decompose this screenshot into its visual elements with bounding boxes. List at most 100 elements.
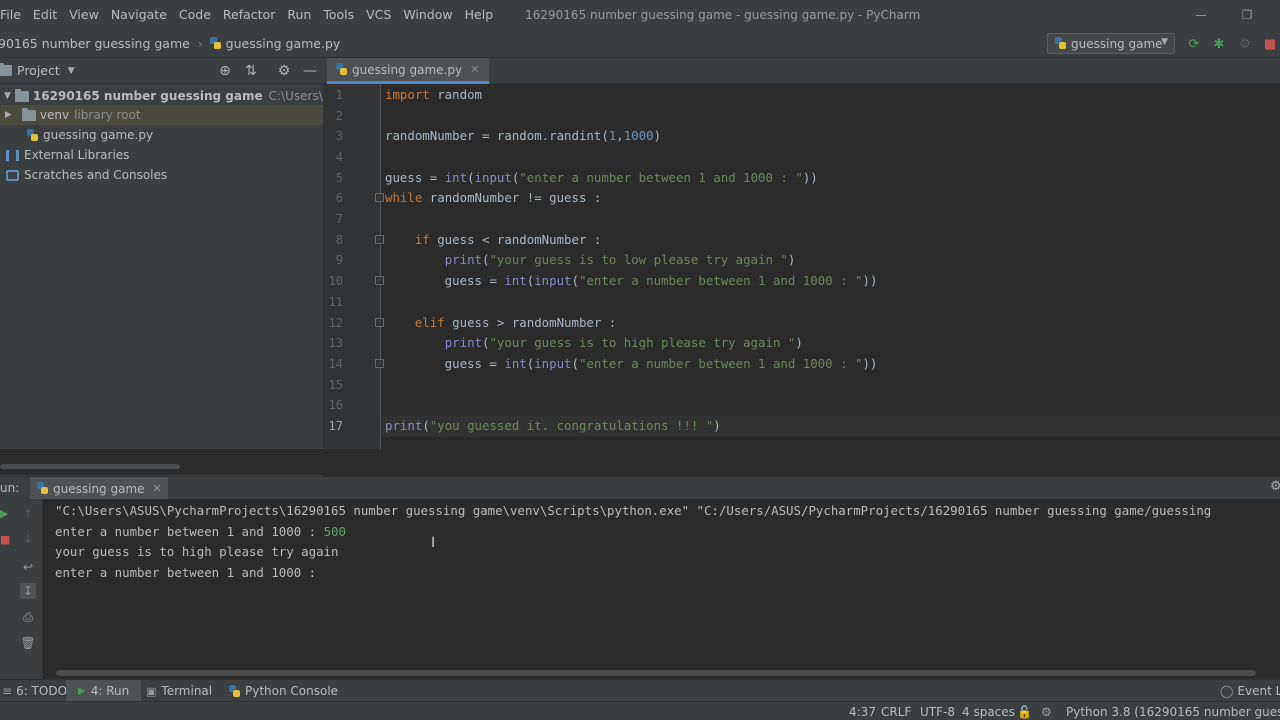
chevron-down-icon[interactable]: ▼ [68, 66, 75, 76]
code-editor[interactable]: 1 2 3 4 5 6 7 8 9 10 11 12 13 14 15 16 1… [323, 84, 1280, 449]
minimize-icon[interactable]: — [1178, 0, 1224, 30]
chevron-right-icon: ▶ [5, 110, 12, 120]
menu-tools[interactable]: Tools [317, 0, 360, 30]
console-output[interactable]: "C:\Users\ASUS\PycharmProjects\16290165 … [43, 499, 1280, 679]
tool-window-todo-label: 6: TODO [16, 684, 68, 698]
locate-icon[interactable]: ⊕ [216, 62, 234, 80]
project-panel-title[interactable]: Project [17, 63, 60, 78]
project-panel-header: Project ▼ ⊕ ⇅ ⚙ — [0, 58, 323, 84]
restore-icon[interactable]: ❐ [1224, 0, 1270, 30]
line-separator[interactable]: CRLF [881, 702, 911, 720]
tree-item-file[interactable]: guessing game.py [26, 125, 153, 145]
run-tab-guessing-game[interactable]: guessing game ✕ [30, 477, 168, 500]
run-config-select[interactable]: guessing game ▼ [1047, 33, 1175, 54]
line-number: 14 [328, 357, 343, 371]
line-number: 16 [328, 398, 343, 412]
line-number: 5 [335, 171, 343, 185]
tree-root-name: 16290165 number guessing game [32, 89, 263, 103]
collapse-all-icon[interactable]: ⇅ [242, 62, 260, 80]
caret-position[interactable]: 4:37 [849, 702, 876, 720]
editor-horizontal-scrollbar[interactable] [0, 449, 1280, 475]
code-line: print("you guessed it. congratulations !… [385, 418, 721, 433]
gear-icon[interactable]: ⚙ [1270, 479, 1280, 494]
run-icon[interactable]: ▶ [0, 507, 8, 520]
chevron-down-icon: ▼ [1161, 37, 1168, 47]
tab-label: guessing game.py [352, 62, 463, 77]
menu-code[interactable]: Code [173, 0, 217, 30]
fold-icon[interactable]: - [375, 359, 384, 368]
tool-window-bar: ≡ 6: TODO ▶ 4: Run ▣ Terminal Python Con… [0, 679, 1280, 702]
run-tab-label: guessing game [53, 481, 145, 496]
stop-icon[interactable]: ■ [0, 533, 10, 546]
run-toolbar: ↑ ↓ ↩ ↧ ⎙ 🗑 [13, 499, 43, 679]
code-line: print("your guess is to low please try a… [444, 252, 796, 267]
git-icon[interactable]: ⚙ [1041, 702, 1052, 720]
menu-help[interactable]: Help [459, 0, 500, 30]
scratches-icon [6, 169, 19, 181]
arrow-up-icon[interactable]: ↑ [20, 506, 36, 522]
menu-view[interactable]: View [63, 0, 105, 30]
stop-icon[interactable]: ■ [1262, 36, 1278, 52]
soft-wrap-icon[interactable]: ↩ [20, 559, 36, 575]
window-title: 16290165 number guessing game - guessing… [525, 8, 921, 22]
debug-icon[interactable]: ✱ [1211, 36, 1227, 52]
indent-setting[interactable]: 4 spaces [962, 702, 1015, 720]
tool-window-python-console[interactable]: Python Console [228, 680, 338, 702]
tree-item-scratches[interactable]: Scratches and Consoles [6, 165, 167, 185]
scrollbar-thumb[interactable] [0, 464, 180, 469]
folder-icon [14, 88, 29, 102]
list-icon: ≡ [2, 684, 13, 698]
tree-external-label: External Libraries [24, 148, 130, 162]
file-encoding[interactable]: UTF-8 [920, 702, 955, 720]
hide-icon[interactable]: — [301, 62, 319, 80]
run-icon: ▶ [78, 685, 86, 697]
speech-bubble-icon: ◯ [1220, 684, 1234, 698]
menu-window[interactable]: Window [397, 0, 458, 30]
breadcrumb-file[interactable]: guessing game.py [226, 36, 341, 51]
python-console-icon [228, 684, 241, 698]
fold-icon[interactable]: - [375, 276, 384, 285]
menu-refactor[interactable]: Refactor [217, 0, 281, 30]
tab-guessing-game[interactable]: guessing game.py ✕ [327, 58, 490, 84]
tree-item-venv[interactable]: ▶ venv library root [0, 105, 323, 125]
tool-window-terminal[interactable]: ▣ Terminal [146, 680, 212, 702]
menu-edit[interactable]: Edit [27, 0, 63, 30]
project-panel: Project ▼ ⊕ ⇅ ⚙ — ▼ 16290165 number gues… [0, 58, 388, 476]
menu-run[interactable]: Run [281, 0, 317, 30]
tool-window-run-label: 4: Run [90, 684, 130, 698]
tool-window-todo[interactable]: ≡ 6: TODO [2, 680, 67, 702]
print-icon[interactable]: ⎙ [20, 609, 36, 625]
code-line: randomNumber = random.randint(1,1000) [385, 128, 662, 143]
folder-icon [21, 107, 36, 121]
line-number: 6 [335, 191, 343, 205]
trash-icon[interactable]: 🗑 [20, 635, 36, 651]
tree-item-external-libraries[interactable]: External Libraries [6, 145, 129, 165]
scroll-to-end-icon[interactable]: ↧ [20, 583, 36, 599]
menu-file[interactable]: File [0, 0, 27, 30]
line-number: 4 [335, 150, 343, 164]
fold-icon[interactable]: - [375, 235, 384, 244]
interpreter-select[interactable]: Python 3.8 (16290165 number guessing g [1066, 702, 1280, 720]
menu-vcs[interactable]: VCS [360, 0, 397, 30]
tool-window-run[interactable]: ▶ 4: Run [66, 680, 142, 702]
console-line: enter a number between 1 and 1000 : [55, 565, 317, 580]
coverage-icon[interactable]: ⚙ [1237, 36, 1253, 52]
fold-icon[interactable]: - [375, 193, 384, 202]
close-icon[interactable]: ✕ [470, 63, 479, 76]
arrow-down-icon[interactable]: ↓ [20, 531, 36, 547]
python-file-icon [209, 37, 222, 50]
fold-icon[interactable]: - [375, 318, 384, 327]
rerun-icon[interactable]: ⟳ [1186, 36, 1202, 52]
tool-window-python-console-label: Python Console [245, 684, 339, 698]
breadcrumb-project[interactable]: 90165 number guessing game [0, 36, 190, 51]
close-icon[interactable]: ✕ [153, 482, 162, 495]
tool-window-terminal-label: Terminal [161, 684, 213, 698]
lock-icon[interactable]: 🔓 [1017, 702, 1032, 720]
gear-icon[interactable]: ⚙ [275, 62, 293, 80]
menu-navigate[interactable]: Navigate [105, 0, 173, 30]
line-number: 12 [328, 316, 343, 330]
console-line: your guess is to high please try again [55, 544, 339, 559]
menu-bar: File Edit View Navigate Code Refactor Ru… [0, 0, 1280, 30]
tool-window-event-log[interactable]: ◯ Event Lo [1220, 680, 1280, 702]
console-horizontal-scrollbar[interactable] [56, 670, 1256, 676]
